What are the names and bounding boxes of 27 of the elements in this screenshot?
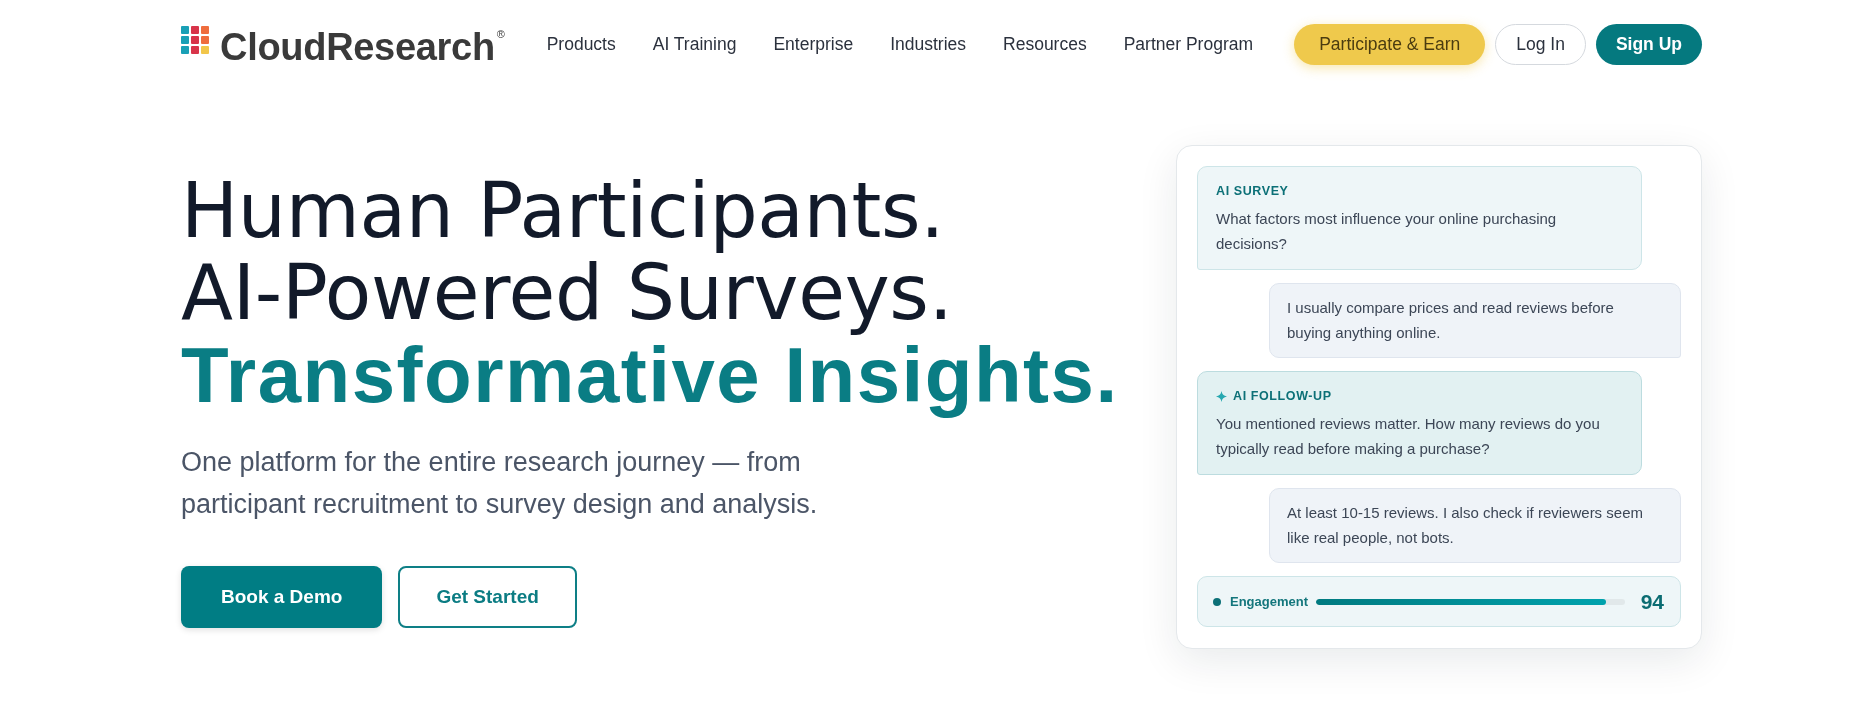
nav-link[interactable]: Industries [890,32,967,56]
dot-icon [1213,597,1221,606]
get-started-button[interactable]: Get Started [398,566,577,628]
nav-link[interactable]: Partner Program [1123,32,1254,56]
bubble-label: AI SURVEY [1216,183,1289,199]
sparkle-icon [1216,390,1227,402]
message-text: At least 10-15 reviews. I also check if reviewers seem like real people, not bots. [1287,503,1644,548]
nav-link[interactable]: Enterprise [773,32,854,56]
logo-wordmark[interactable]: CloudResearch$^{®}$ [220,11,505,69]
nav-link[interactable]: Resources [1003,32,1087,56]
nav-link[interactable]: Products [546,32,616,56]
headline-line: Transformative Insights. [181,334,1119,416]
nav-link[interactable]: AI Training [652,32,737,56]
hero-subtitle: One platform for the entire research journey — from participant recruitment to survey design and analysis. [181,446,819,521]
signup-button[interactable]: Sign Up [1595,23,1702,65]
message-text: You mentioned reviews matter. How many reviews do you typically read before making a purchase? [1216,414,1601,459]
participate-button[interactable]: Participate & Earn [1294,23,1486,65]
book-demo-button[interactable]: Book a Demo [181,566,383,628]
logo-icon [181,26,209,54]
headline-line: Human Participants. [181,170,946,252]
login-button[interactable]: Log In [1495,23,1586,65]
headline-line: AI-Powered Surveys. [181,252,954,334]
message-text: I usually compare prices and read reviews before buying anything online. [1287,298,1615,343]
engagement-score: 94 [1640,589,1664,614]
engagement-label: Engagement [1230,594,1308,609]
bubble-label: AI FOLLOW-UP [1233,388,1332,404]
message-text: What factors most influence your online purchasing decisions? [1216,209,1558,254]
